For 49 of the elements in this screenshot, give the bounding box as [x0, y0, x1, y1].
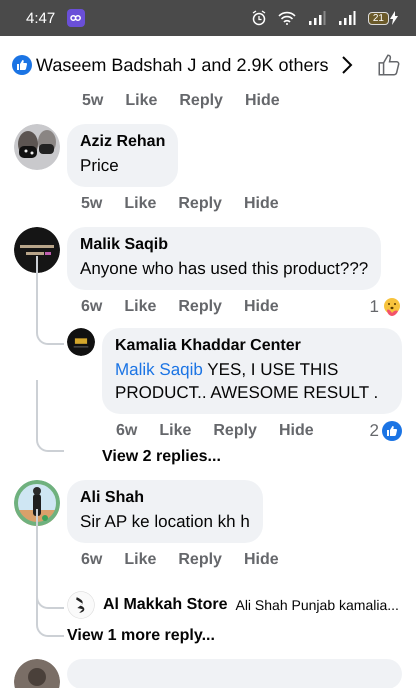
thumbs-up-icon[interactable] [376, 52, 402, 78]
comment-time: 6w [116, 422, 138, 440]
signal-icon [308, 11, 326, 25]
action-link[interactable]: Hide [244, 298, 279, 316]
action-link[interactable]: Reply [213, 422, 257, 440]
author-name[interactable]: Ali Shah [80, 489, 250, 507]
action-link[interactable]: Hide [244, 195, 279, 213]
likes-summary[interactable]: Waseem Badshah J and 2.9K others [36, 54, 328, 76]
action-link[interactable]: Reply [178, 551, 222, 569]
mention-link[interactable]: Malik Saqib [115, 360, 203, 379]
author-name[interactable]: Malik Saqib [80, 236, 368, 254]
comment-text: Anyone who has used this product??? [80, 258, 368, 280]
chevron-right-icon[interactable] [340, 55, 352, 75]
like-reaction-icon [382, 421, 402, 441]
signal-icon [338, 11, 356, 25]
action-link[interactable]: Like [159, 422, 192, 440]
action-link[interactable]: Hide [278, 422, 314, 440]
reply-preview-text[interactable]: Ali Shah Punjab kamalia... [235, 597, 399, 613]
wifi-icon [278, 11, 296, 25]
action-link[interactable]: Like [125, 92, 158, 110]
hug-emoji-icon [382, 297, 402, 317]
action-link[interactable]: Hide [244, 92, 280, 110]
action-link[interactable]: Hide [244, 551, 279, 569]
reaction-count: 2 [370, 421, 379, 441]
view-replies-link[interactable]: View 2 replies... [102, 448, 221, 466]
alarm-icon [252, 10, 266, 26]
action-link[interactable]: Like [124, 298, 156, 316]
action-link[interactable]: Like [124, 195, 156, 213]
app-icon [67, 9, 86, 27]
author-name[interactable]: Aziz Rehan [80, 133, 166, 151]
comment-time: 5w [82, 92, 104, 110]
action-link[interactable]: Reply [178, 298, 222, 316]
action-link[interactable]: Reply [179, 92, 223, 110]
action-link[interactable]: Reply [178, 195, 222, 213]
battery-level: 21 [368, 12, 389, 24]
comment-time: 5w [81, 195, 102, 213]
author-name[interactable]: Kamalia Khaddar Center [115, 337, 389, 355]
author-name[interactable]: Al Makkah Store [103, 596, 228, 614]
like-reaction-icon [12, 55, 32, 75]
comment-text: Malik Saqib YES, I USE THIS PRODUCT.. AWESOME RESULT . [115, 359, 380, 404]
comment-time: 6w [81, 551, 102, 569]
action-link[interactable]: Like [124, 551, 156, 569]
comment-time: 6w [81, 298, 102, 316]
comment-text: Price [80, 155, 120, 177]
thread-line [36, 380, 64, 452]
comment-text: Sir AP ke location kh h [80, 511, 250, 533]
reaction-count: 1 [370, 297, 379, 317]
status-time: 4:47 [26, 10, 56, 26]
view-replies-link[interactable]: View 1 more reply... [67, 627, 215, 645]
